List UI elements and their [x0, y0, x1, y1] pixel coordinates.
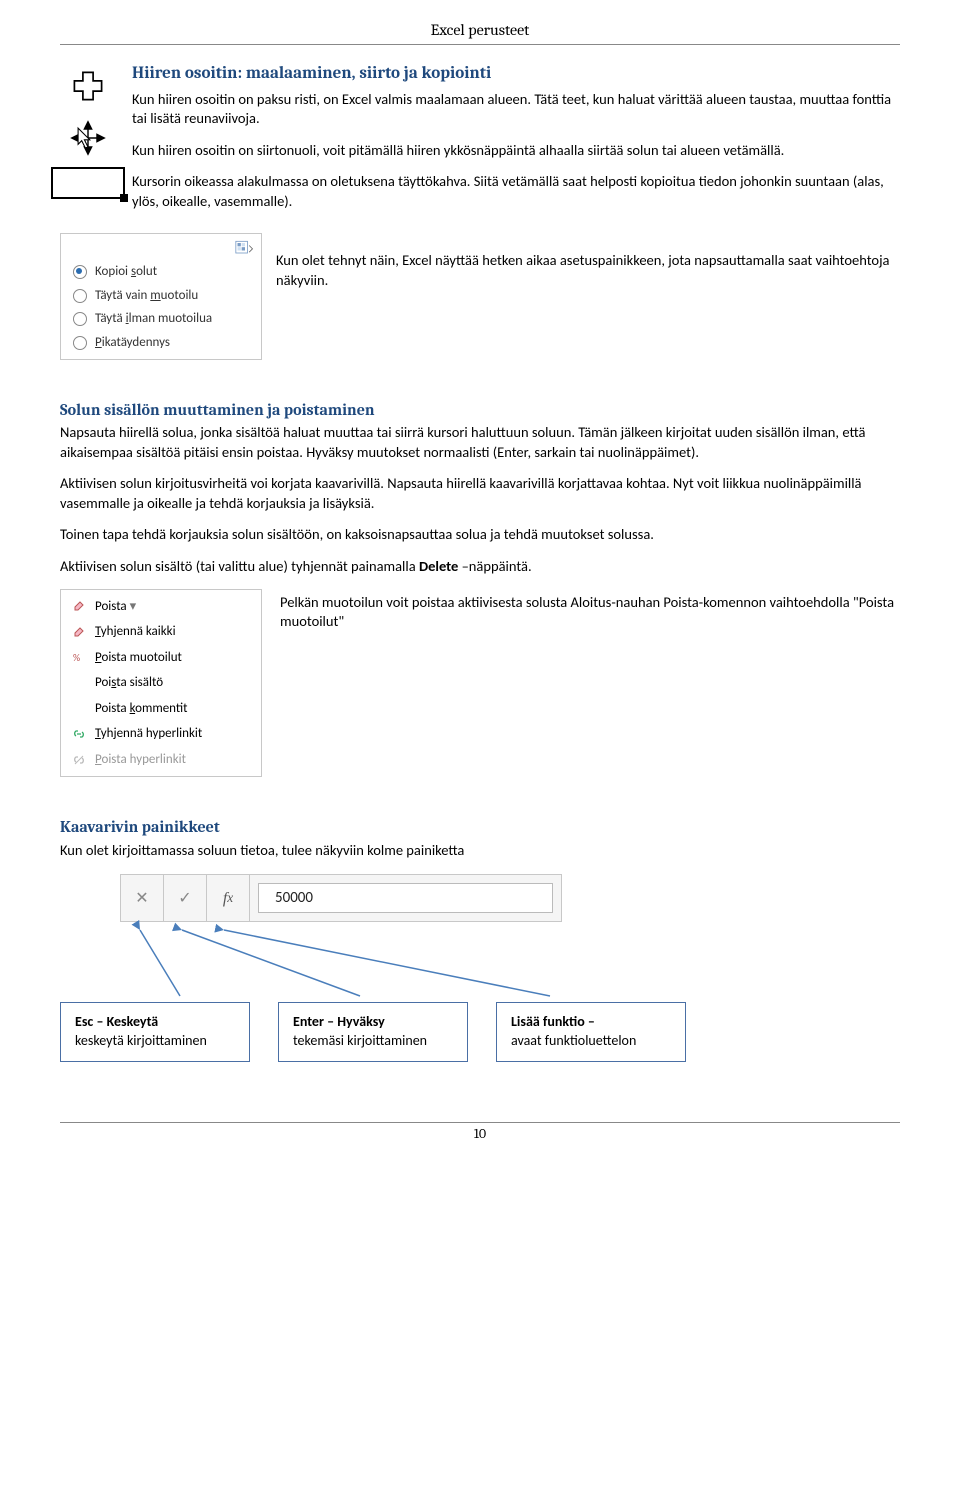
clear-label: Poista kommentit — [95, 700, 188, 718]
paste-option-copy-cells[interactable]: Kopioi solut — [61, 260, 261, 284]
cursor-p3: Kursorin oikeassa alakulmassa on oletuks… — [132, 172, 900, 211]
section-title-cursor: Hiiren osoitin: maalaaminen, siirto ja k… — [132, 63, 900, 86]
formula-value[interactable]: 50000 — [258, 883, 553, 913]
cursor-icons-column — [60, 63, 116, 224]
eraser-icon — [71, 598, 87, 614]
paste-option-flash-fill[interactable]: Pikatäydennys — [61, 331, 261, 355]
callout-esc: Esc – Keskeytä keskeytä kirjoittaminen — [60, 1002, 250, 1062]
clear-header-label: Poista ▾ — [95, 598, 136, 616]
paste-label: Täytä ilman muotoilua — [95, 310, 212, 328]
formulabar-diagram: ✕ ✓ fx 50000 Esc – Keskeytä keskeytä kir… — [60, 874, 900, 1062]
paste-label: Täytä vain muotoilu — [95, 287, 198, 305]
callout-arrows — [120, 930, 760, 1006]
paste-options-explain: Kun olet tehnyt näin, Excel näyttää hetk… — [276, 251, 900, 290]
callout-enter: Enter – Hyväksy tekemäsi kirjoittaminen — [278, 1002, 468, 1062]
blank-icon — [71, 700, 87, 716]
clear-comments[interactable]: Poista kommentit — [61, 696, 261, 722]
clear-contents[interactable]: Poista sisältö — [61, 670, 261, 696]
clear-hyperlinks[interactable]: Tyhjennä hyperlinkit — [61, 721, 261, 747]
fill-handle-icon — [51, 167, 125, 199]
radio-icon — [73, 289, 87, 303]
percent-icon: % — [71, 649, 87, 665]
section-title-edit: Solun sisällön muuttaminen ja poistamine… — [60, 400, 900, 422]
callout-row: Esc – Keskeytä keskeytä kirjoittaminen E… — [60, 1002, 900, 1062]
blank-icon — [71, 675, 87, 691]
clear-block: Poista ▾ Tyhjennä kaikki % Poista muotoi… — [60, 589, 900, 778]
clear-label: Tyhjennä kaikki — [95, 623, 176, 641]
link-icon — [71, 726, 87, 742]
edit-p3: Toinen tapa tehdä korjauksia solun sisäl… — [60, 525, 900, 545]
enter-button[interactable]: ✓ — [164, 875, 207, 921]
clear-formats[interactable]: % Poista muotoilut — [61, 645, 261, 671]
link-off-icon — [71, 752, 87, 768]
cursor-section-text: Hiiren osoitin: maalaaminen, siirto ja k… — [132, 63, 900, 224]
clear-label: Tyhjennä hyperlinkit — [95, 725, 202, 743]
select-cursor-icon — [65, 63, 111, 109]
edit-p2: Aktiivisen solun kirjoitusvirheitä voi k… — [60, 474, 900, 513]
paste-option-fill-noformat[interactable]: Täytä ilman muotoilua — [61, 307, 261, 331]
svg-text:%: % — [73, 651, 80, 664]
radio-icon — [73, 265, 87, 279]
paste-options-menu[interactable]: Kopioi solut Täytä vain muotoilu Täytä i… — [60, 233, 262, 359]
page-number: 10 — [60, 1122, 900, 1144]
formulabar-intro: Kun olet kirjoittamassa soluun tietoa, t… — [60, 841, 900, 861]
radio-icon — [73, 312, 87, 326]
clear-label: Poista hyperlinkit — [95, 751, 186, 769]
radio-icon — [73, 336, 87, 350]
callout-fx: Lisää funktio – avaat funktioluettelon — [496, 1002, 686, 1062]
clear-label: Poista sisältö — [95, 674, 163, 692]
paste-label: Kopioi solut — [95, 263, 157, 281]
clear-menu-header[interactable]: Poista ▾ — [61, 594, 261, 620]
page-header: Excel perusteet — [60, 20, 900, 45]
insert-function-button[interactable]: fx — [207, 875, 250, 921]
paste-label: Pikatäydennys — [95, 334, 170, 352]
move-cursor-icon — [65, 115, 111, 161]
paste-options-block: Kopioi solut Täytä vain muotoilu Täytä i… — [60, 233, 900, 359]
edit-p1: Napsauta hiirellä solua, jonka sisältöä … — [60, 423, 900, 462]
clear-note: Pelkän muotoilun voit poistaa aktiivises… — [280, 593, 900, 632]
clear-label: Poista muotoilut — [95, 649, 182, 667]
cursor-p2: Kun hiiren osoitin on siirtonuoli, voit … — [132, 141, 900, 161]
edit-p4: Aktiivisen solun sisältö (tai valittu al… — [60, 557, 900, 577]
cancel-button[interactable]: ✕ — [121, 875, 164, 921]
remove-hyperlinks: Poista hyperlinkit — [61, 747, 261, 773]
cursor-p1: Kun hiiren osoitin on paksu risti, on Ex… — [132, 90, 900, 129]
clear-menu[interactable]: Poista ▾ Tyhjennä kaikki % Poista muotoi… — [60, 589, 262, 778]
clear-all[interactable]: Tyhjennä kaikki — [61, 619, 261, 645]
formula-bar: ✕ ✓ fx 50000 — [120, 874, 562, 922]
paste-option-fill-format[interactable]: Täytä vain muotoilu — [61, 284, 261, 308]
cursor-section: Hiiren osoitin: maalaaminen, siirto ja k… — [60, 63, 900, 224]
eraser-icon — [71, 624, 87, 640]
section-title-formulabar: Kaavarivin painikkeet — [60, 817, 900, 839]
paste-smart-tag-icon[interactable] — [61, 238, 261, 260]
